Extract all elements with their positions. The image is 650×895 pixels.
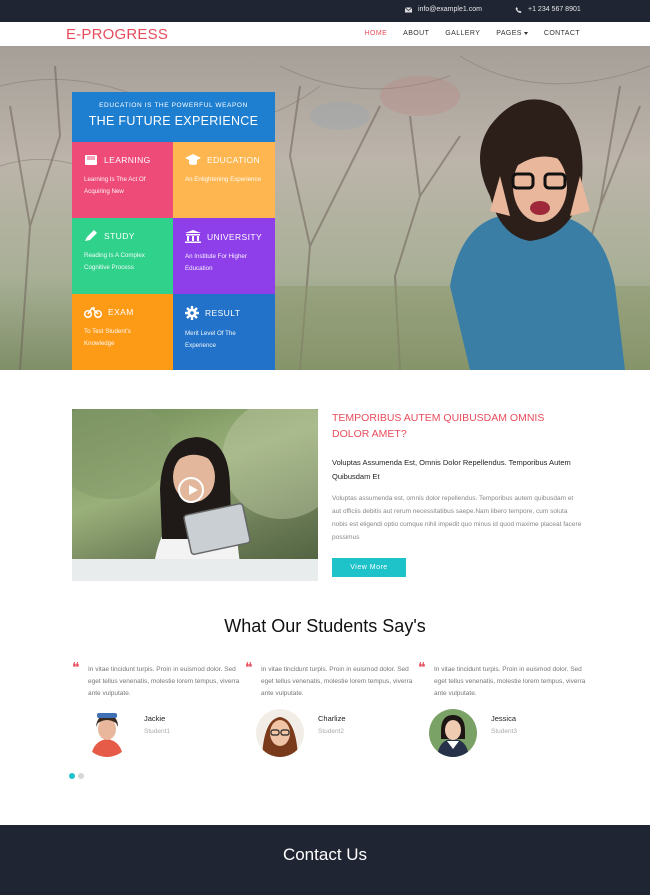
tile-study-title: STUDY: [104, 231, 135, 241]
pencil-icon: [85, 230, 97, 241]
quote-icon: ❝: [245, 660, 253, 676]
avatar-jessica-image: [429, 709, 477, 757]
testimonial-name: Jessica: [491, 714, 517, 723]
tile-learning-desc: Learning Is The Act Of Acquiring New: [84, 176, 146, 195]
tile-learning-title: LEARNING: [104, 155, 151, 165]
tile-education-desc: An Enlightening Experience: [185, 176, 262, 183]
main-navbar: E-PROGRESS HOME ABOUT GALLERY PAGES CONT…: [0, 22, 650, 46]
avatar: [256, 709, 304, 757]
play-icon[interactable]: [178, 477, 204, 503]
panel-title: THE FUTURE EXPERIENCE: [88, 114, 259, 128]
nav-item-pages-label: PAGES: [496, 30, 522, 37]
carousel-dot-1[interactable]: [69, 773, 75, 779]
tile-education[interactable]: EDUCATION An Enlightening Experience: [173, 142, 275, 218]
chevron-down-icon: [523, 31, 528, 35]
testimonials-heading: What Our Students Say's: [224, 616, 426, 636]
features-panel: EDUCATION IS THE POWERFUL WEAPON THE FUT…: [72, 92, 275, 370]
tile-exam-title: EXAM: [108, 307, 134, 317]
about-subheading: Voluptas Assumenda Est, Omnis Dolor Repe…: [332, 458, 571, 481]
nav-item-gallery[interactable]: GALLERY: [445, 30, 480, 37]
email-info[interactable]: info@example1.com: [405, 6, 482, 13]
tile-university-title: UNIVERSITY: [207, 231, 263, 242]
tile-result-title: RESULT: [205, 308, 241, 318]
top-info-bar: info@example1.com +1 234 567 8901: [0, 0, 650, 22]
avatar: [429, 709, 477, 757]
tile-exam[interactable]: EXAM To Test Student's Knowledge: [72, 294, 173, 370]
tile-study[interactable]: STUDY Reading Is A Complex Cognitive Pro…: [72, 218, 173, 294]
book-icon: [85, 155, 97, 165]
tile-learning[interactable]: LEARNING Learning Is The Act Of Acquirin…: [72, 142, 173, 218]
tile-exam-desc: To Test Student's Knowledge: [84, 328, 131, 347]
tile-result[interactable]: RESULT Merit Level Of The Experience: [173, 294, 275, 370]
phone-info[interactable]: +1 234 567 8901: [515, 6, 581, 13]
contact-heading: Contact Us: [282, 845, 368, 864]
tile-education-title: EDUCATION: [207, 155, 261, 165]
testimonial-text: In vitae tincidunt turpis. Proin in euis…: [88, 666, 240, 697]
tile-study-desc: Reading Is A Complex Cognitive Process: [84, 252, 145, 271]
panel-header: EDUCATION IS THE POWERFUL WEAPON THE FUT…: [72, 92, 275, 142]
nav-menu: HOME ABOUT GALLERY PAGES CONTACT: [365, 30, 580, 37]
gear-icon: [185, 306, 199, 320]
nav-item-contact[interactable]: CONTACT: [544, 30, 580, 37]
nav-item-home[interactable]: HOME: [365, 30, 388, 37]
hero-banner: EDUCATION IS THE POWERFUL WEAPON THE FUT…: [0, 46, 650, 370]
avatar-jackie-image: [83, 709, 131, 757]
testimonial-name: Charlize: [318, 714, 346, 723]
phone-text: +1 234 567 8901: [528, 6, 581, 13]
testimonial-text: In vitae tincidunt turpis. Proin in euis…: [261, 666, 413, 697]
panel-subtitle: EDUCATION IS THE POWERFUL WEAPON: [99, 102, 248, 109]
about-paragraph: Voluptas assumenda est, omnis dolor repe…: [332, 495, 582, 541]
envelope-icon: [405, 6, 412, 12]
nav-item-about[interactable]: ABOUT: [403, 30, 429, 37]
testimonial-name: Jackie: [144, 714, 166, 723]
graduation-cap-icon: [185, 154, 201, 165]
avatar-charlize-image: [256, 709, 304, 757]
quote-icon: ❝: [72, 660, 80, 676]
testimonial-text: In vitae tincidunt turpis. Proin in euis…: [434, 666, 586, 697]
avatar: [83, 709, 131, 757]
tile-result-desc: Merit Level Of The Experience: [185, 330, 236, 349]
testimonial-role: Student1: [144, 728, 171, 735]
testimonial-role: Student3: [491, 728, 518, 735]
view-more-button[interactable]: View More: [332, 558, 406, 577]
nav-item-pages[interactable]: PAGES: [496, 30, 528, 37]
carousel-dot-2[interactable]: [78, 773, 84, 779]
tile-university[interactable]: UNIVERSITY An Institute For Higher Educa…: [173, 218, 275, 294]
institution-icon: [185, 230, 201, 243]
testimonial-role: Student2: [318, 728, 345, 735]
phone-icon: [515, 6, 522, 13]
about-heading: TEMPORIBUS AUTEM QUIBUSDAM OMNIS DOLOR A…: [332, 412, 545, 440]
site-logo[interactable]: E-PROGRESS: [66, 26, 168, 43]
tile-university-desc: An Institute For Higher Education: [185, 253, 247, 272]
email-text: info@example1.com: [418, 6, 482, 13]
bicycle-icon: [84, 306, 102, 318]
quote-icon: ❝: [418, 660, 426, 676]
contact-section: Contact Us: [0, 825, 650, 895]
